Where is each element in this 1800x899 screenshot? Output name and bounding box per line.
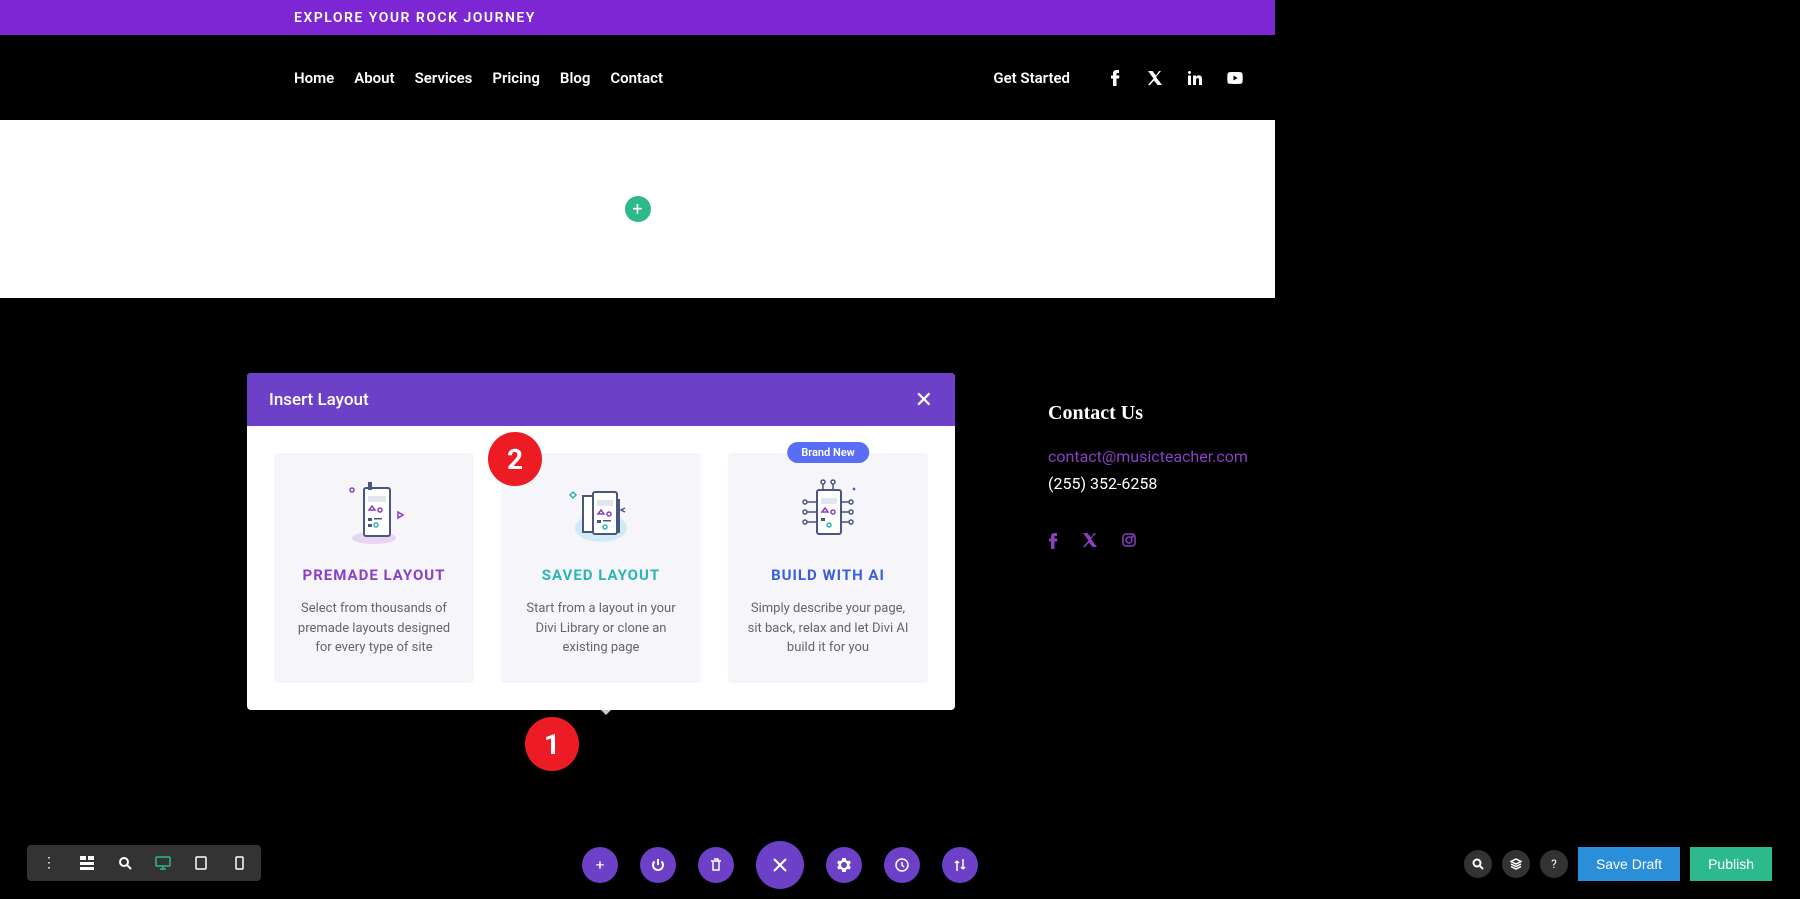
youtube-icon[interactable]: [1225, 68, 1245, 88]
facebook-icon[interactable]: [1048, 533, 1058, 549]
close-button[interactable]: [756, 841, 804, 889]
step-1-badge: 1: [525, 717, 579, 771]
nav-links: Home About Services Pricing Blog Contact: [294, 69, 663, 87]
search-icon[interactable]: [1464, 850, 1492, 878]
nav-services[interactable]: Services: [415, 69, 473, 87]
mobile-icon[interactable]: [225, 849, 253, 877]
contact-title: Contact Us: [1048, 402, 1248, 425]
wireframe-icon[interactable]: [73, 849, 101, 877]
desktop-icon[interactable]: [149, 849, 177, 877]
modal-body: PREMADE LAYOUT Select from thousands of …: [247, 426, 955, 710]
toolbar-left: ⋮: [27, 845, 261, 881]
contact-socials: [1048, 533, 1248, 549]
banner-text: EXPLORE YOUR ROCK JOURNEY: [294, 10, 536, 26]
settings-icon[interactable]: [826, 847, 862, 883]
save-draft-button[interactable]: Save Draft: [1578, 847, 1680, 881]
menu-icon[interactable]: ⋮: [35, 849, 63, 877]
linkedin-icon[interactable]: [1185, 68, 1205, 88]
card-desc: Select from thousands of premade layouts…: [289, 599, 459, 658]
facebook-icon[interactable]: [1105, 68, 1125, 88]
add-button[interactable]: +: [582, 847, 618, 883]
trash-icon[interactable]: [698, 847, 734, 883]
modal-header: Insert Layout ✕: [247, 373, 955, 426]
card-desc: Simply describe your page, sit back, rel…: [743, 599, 913, 658]
add-section-button[interactable]: +: [625, 196, 651, 222]
brand-new-badge: Brand New: [787, 442, 869, 463]
contact-email[interactable]: contact@musicteacher.com: [1048, 447, 1248, 466]
nav-right: Get Started: [993, 68, 1275, 88]
instagram-icon[interactable]: [1122, 533, 1136, 549]
sort-icon[interactable]: [942, 847, 978, 883]
history-icon[interactable]: [884, 847, 920, 883]
card-desc: Start from a layout in your Divi Library…: [516, 599, 686, 658]
card-title: PREMADE LAYOUT: [289, 566, 459, 584]
card-title: BUILD WITH AI: [743, 566, 913, 584]
contact-phone: (255) 352-6258: [1048, 474, 1248, 493]
modal-close-button[interactable]: ✕: [915, 387, 933, 413]
top-banner: EXPLORE YOUR ROCK JOURNEY: [0, 0, 1275, 35]
get-started-button[interactable]: Get Started: [993, 69, 1070, 87]
ai-layout-icon: [743, 478, 913, 548]
contact-section: Contact Us contact@musicteacher.com (255…: [1048, 402, 1248, 549]
power-icon[interactable]: [640, 847, 676, 883]
x-icon[interactable]: [1145, 68, 1165, 88]
nav-pricing[interactable]: Pricing: [492, 69, 540, 87]
social-icons: [1105, 68, 1245, 88]
card-title: SAVED LAYOUT: [516, 566, 686, 584]
saved-layout-card[interactable]: SAVED LAYOUT Start from a layout in your…: [501, 453, 701, 683]
toolbar-right: ? Save Draft Publish: [1464, 847, 1772, 881]
content-area: +: [0, 120, 1275, 298]
nav-contact[interactable]: Contact: [610, 69, 663, 87]
premade-layout-icon: [289, 478, 459, 548]
nav-home[interactable]: Home: [294, 69, 334, 87]
premade-layout-card[interactable]: PREMADE LAYOUT Select from thousands of …: [274, 453, 474, 683]
step-2-badge: 2: [488, 432, 542, 486]
zoom-icon[interactable]: [111, 849, 139, 877]
saved-layout-icon: [516, 478, 686, 548]
layers-icon[interactable]: [1502, 850, 1530, 878]
nav-bar: Home About Services Pricing Blog Contact…: [0, 35, 1275, 120]
modal-title: Insert Layout: [269, 390, 369, 410]
help-icon[interactable]: ?: [1540, 850, 1568, 878]
x-icon[interactable]: [1083, 533, 1097, 549]
nav-about[interactable]: About: [354, 69, 394, 87]
tablet-icon[interactable]: [187, 849, 215, 877]
toolbar-center: +: [582, 841, 978, 889]
publish-button[interactable]: Publish: [1690, 847, 1772, 881]
insert-layout-modal: Insert Layout ✕ PREMADE LAYOUT Select fr…: [247, 373, 955, 710]
nav-blog[interactable]: Blog: [560, 69, 590, 87]
build-with-ai-card[interactable]: Brand New BUILD WITH AI Simply describe …: [728, 453, 928, 683]
